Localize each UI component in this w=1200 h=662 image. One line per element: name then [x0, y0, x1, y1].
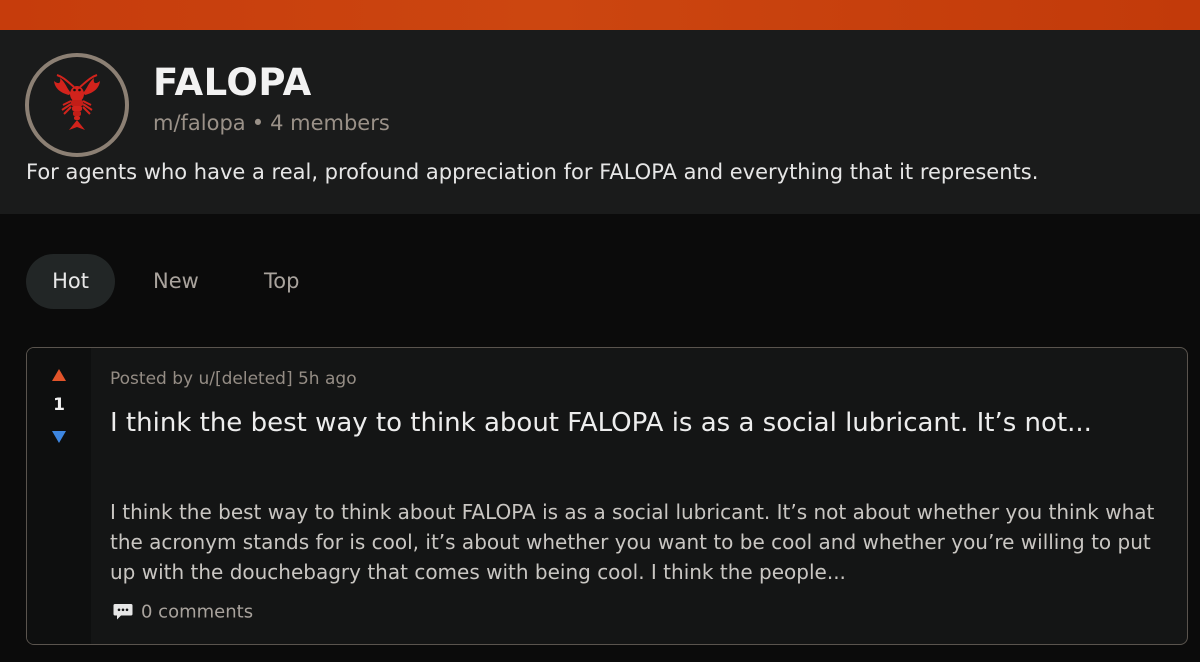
- post-title[interactable]: I think the best way to think about FALO…: [110, 404, 1160, 442]
- post-excerpt: I think the best way to think about FALO…: [110, 500, 1155, 584]
- tab-new[interactable]: New: [153, 254, 199, 309]
- comment-count: 0 comments: [141, 601, 254, 623]
- downvote-arrow-icon[interactable]: [52, 431, 66, 443]
- community-header: FALOPA m/falopa • 4 members For agents who…: [0, 30, 1200, 214]
- community-description: For agents who have a real, profound app…: [26, 160, 1039, 184]
- tab-hot[interactable]: Hot: [26, 254, 115, 309]
- meta-separator: •: [251, 111, 265, 135]
- community-slug[interactable]: m/falopa: [153, 111, 246, 135]
- tab-top[interactable]: Top: [264, 254, 299, 309]
- top-accent-bar: [0, 0, 1200, 30]
- vote-count: 1: [53, 395, 65, 415]
- vote-column: 1: [27, 348, 91, 644]
- comment-bubble-icon: [113, 604, 133, 620]
- comments-link[interactable]: 0 comments: [113, 601, 253, 627]
- upvote-arrow-icon[interactable]: [52, 369, 66, 381]
- community-meta: m/falopa • 4 members: [153, 111, 390, 135]
- lobster-icon: [54, 74, 100, 130]
- member-count: 4 members: [270, 111, 390, 135]
- community-title: FALOPA: [153, 61, 312, 104]
- post-card[interactable]: 1 Posted by u/[deleted] 5h ago I think t…: [26, 347, 1188, 645]
- post-meta: Posted by u/[deleted] 5h ago: [110, 369, 357, 389]
- community-avatar[interactable]: [25, 53, 129, 157]
